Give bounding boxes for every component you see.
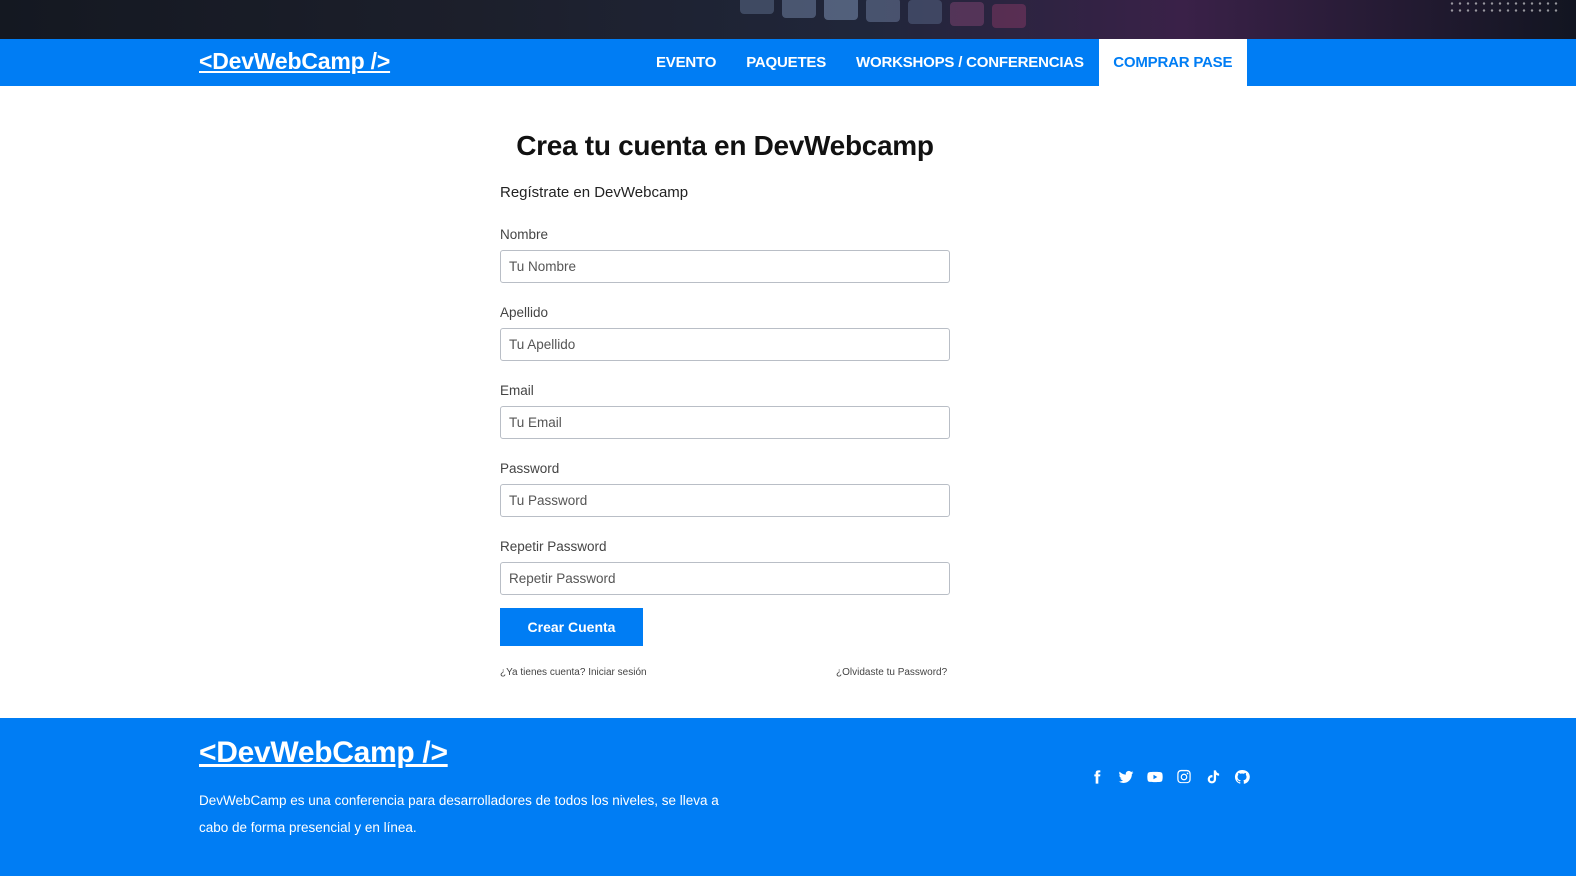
hero-image-strip [0,0,1576,39]
login-link[interactable]: ¿Ya tienes cuenta? Iniciar sesión [500,667,647,678]
field-repetir-password: Repetir Password [500,539,950,595]
site-logo[interactable]: <DevWebCamp /> [199,48,390,75]
nombre-input[interactable] [500,250,950,283]
footer-description: DevWebCamp es una conferencia para desar… [199,793,719,835]
repetir-password-label: Repetir Password [500,539,607,554]
facebook-icon[interactable] [1088,768,1106,786]
nav-paquetes[interactable]: PAQUETES [731,39,841,86]
tiktok-icon[interactable] [1204,768,1222,786]
email-label: Email [500,383,534,398]
youtube-icon[interactable] [1146,768,1164,786]
repetir-password-input[interactable] [500,562,950,595]
github-icon[interactable] [1233,768,1251,786]
page-subtitle: Regístrate en DevWebcamp [500,184,689,201]
site-header: <DevWebCamp /> EVENTO PAQUETES WORKSHOPS… [0,39,1576,86]
social-links [1088,768,1251,786]
field-password: Password [500,461,950,517]
footer-logo[interactable]: <DevWebCamp /> [199,736,448,770]
field-apellido: Apellido [500,305,950,361]
page-title: Crea tu cuenta en DevWebcamp [516,130,934,161]
nav-comprar-pase[interactable]: COMPRAR PASE [1098,39,1247,86]
main-nav: EVENTO PAQUETES WORKSHOPS / CONFERENCIAS… [641,39,1247,86]
twitter-icon[interactable] [1117,768,1135,786]
field-nombre: Nombre [500,227,950,283]
password-input[interactable] [500,484,950,517]
register-section: Crea tu cuenta en DevWebcamp Regístrate … [0,86,1576,718]
password-label: Password [500,461,560,476]
nombre-label: Nombre [500,227,549,242]
email-input[interactable] [500,406,950,439]
nav-evento[interactable]: EVENTO [641,39,731,86]
decorative-dots [1448,0,1558,14]
apellido-input[interactable] [500,328,950,361]
forgot-password-link[interactable]: ¿Olvidaste tu Password? [836,667,947,678]
keyboard-graphic [740,0,1026,28]
instagram-icon[interactable] [1175,768,1193,786]
crear-cuenta-button[interactable]: Crear Cuenta [500,608,643,646]
apellido-label: Apellido [500,305,549,320]
field-email: Email [500,383,950,439]
site-footer: <DevWebCamp /> DevWebCamp es una confere… [0,718,1576,876]
nav-workshops-conferencias[interactable]: WORKSHOPS / CONFERENCIAS [841,39,1099,86]
